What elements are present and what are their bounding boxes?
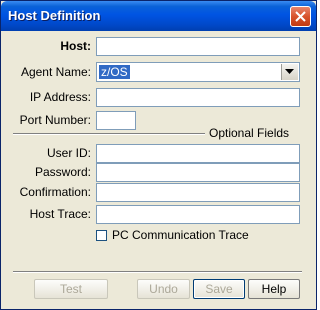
password-input[interactable] bbox=[96, 163, 300, 182]
host-definition-dialog: Host Definition Host: Agent Name: z/OS I… bbox=[0, 0, 317, 310]
close-icon bbox=[295, 11, 306, 22]
agent-name-dropdown-button[interactable] bbox=[281, 64, 298, 80]
pc-trace-label: PC Communication Trace bbox=[112, 228, 249, 242]
user-id-label: User ID: bbox=[46, 146, 91, 160]
save-button[interactable]: Save bbox=[193, 279, 245, 299]
title-bar[interactable]: Host Definition bbox=[1, 1, 316, 31]
test-button[interactable]: Test bbox=[34, 279, 108, 299]
window-title: Host Definition bbox=[8, 8, 101, 23]
pc-trace-checkbox[interactable] bbox=[96, 230, 107, 241]
host-input[interactable] bbox=[96, 37, 300, 56]
close-button[interactable] bbox=[290, 6, 311, 27]
user-id-input[interactable] bbox=[96, 144, 300, 163]
help-button[interactable]: Help bbox=[248, 279, 300, 299]
agent-name-combo[interactable]: z/OS bbox=[96, 62, 300, 82]
host-trace-input[interactable] bbox=[96, 205, 300, 224]
chevron-down-icon bbox=[285, 69, 294, 74]
optional-fields-heading: Optional Fields bbox=[209, 126, 290, 140]
host-trace-label: Host Trace: bbox=[29, 207, 91, 221]
ip-address-input[interactable] bbox=[96, 88, 300, 107]
port-number-input[interactable] bbox=[96, 111, 136, 130]
host-label: Host: bbox=[60, 39, 91, 53]
password-label: Password: bbox=[34, 165, 91, 179]
confirmation-label: Confirmation: bbox=[19, 185, 91, 199]
port-number-label: Port Number: bbox=[19, 113, 91, 127]
confirmation-input[interactable] bbox=[96, 183, 300, 202]
agent-name-label: Agent Name: bbox=[20, 65, 91, 79]
ip-address-label: IP Address: bbox=[29, 90, 91, 104]
undo-button[interactable]: Undo bbox=[137, 279, 190, 299]
agent-name-value: z/OS bbox=[99, 65, 130, 79]
bottom-divider bbox=[13, 271, 302, 273]
section-divider bbox=[13, 133, 205, 135]
